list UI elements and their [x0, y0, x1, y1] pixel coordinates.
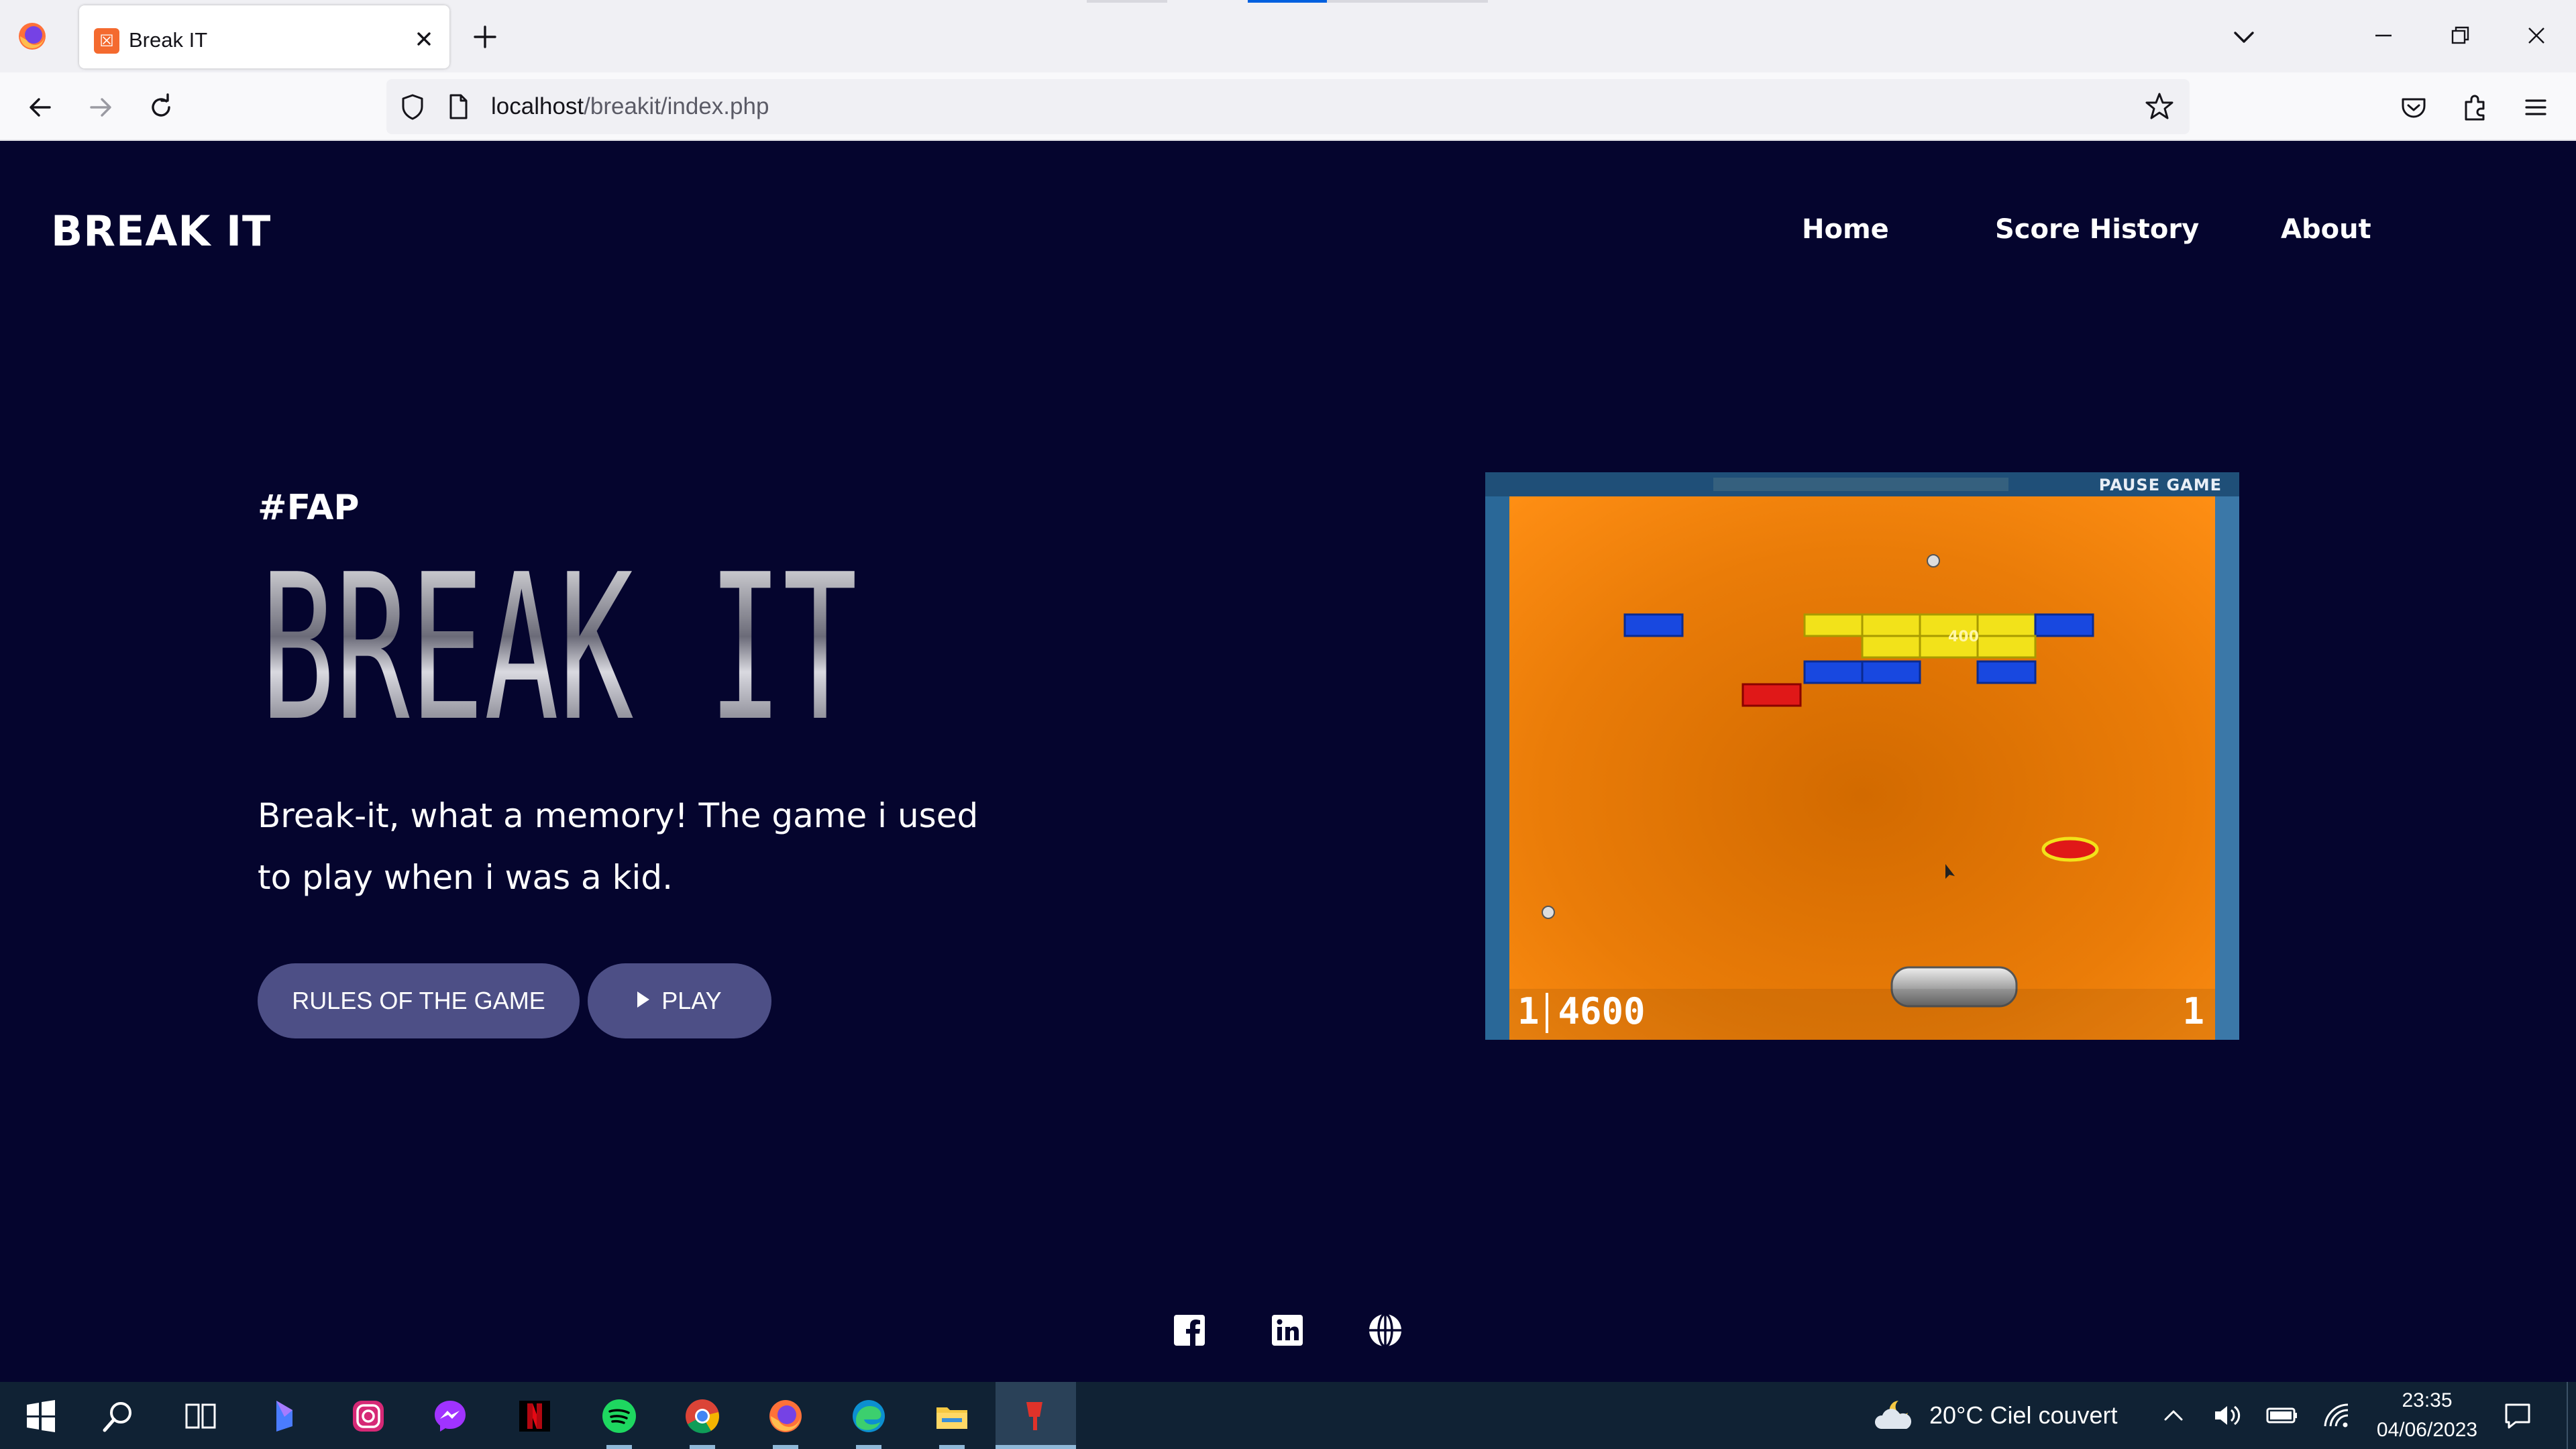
running-indicator [856, 1445, 881, 1449]
spotify-icon[interactable] [600, 1397, 639, 1436]
messenger-icon[interactable] [431, 1397, 470, 1436]
task-view-icon[interactable] [181, 1397, 220, 1436]
hero-hashtag: #FAP [258, 488, 360, 528]
pocket-icon[interactable] [2396, 90, 2431, 125]
url-path: /breakit/index.php [584, 93, 769, 119]
page-content: BREAK IT Home Score History About #FAP B… [0, 141, 2576, 1382]
search-icon[interactable] [99, 1397, 138, 1436]
back-arrow-icon[interactable] [23, 90, 58, 125]
bing-icon[interactable] [266, 1397, 305, 1436]
nav-link-about[interactable]: About [2281, 208, 2371, 251]
reload-icon[interactable] [144, 90, 178, 125]
firefox-logo-icon[interactable] [16, 20, 48, 52]
close-window-icon[interactable] [2520, 19, 2553, 52]
weather-text[interactable]: 20°C Ciel couvert [1929, 1399, 2118, 1432]
game-brick-score-label: 400 [1948, 629, 1979, 645]
play-icon [637, 991, 650, 1008]
game-pause-label: PAUSE GAME [2098, 476, 2222, 494]
game-lives: 1 [1517, 990, 1540, 1032]
hero-title: BREAK IT [260, 550, 857, 751]
browser-navigation-bar: localhost/breakit/index.php [0, 72, 2576, 141]
shield-icon[interactable] [396, 90, 429, 123]
volume-icon[interactable] [2211, 1401, 2243, 1430]
tab-scroll-indicator-active [1248, 0, 1327, 3]
running-indicator [939, 1445, 965, 1449]
browser-tab-strip: ☒ Break IT [0, 0, 2576, 72]
play-button-label: PLAY [661, 987, 722, 1014]
rules-of-the-game-button[interactable]: RULES OF THE GAME [258, 963, 580, 1038]
show-hidden-icons-chevron-icon[interactable] [2159, 1402, 2188, 1429]
forward-arrow-icon[interactable] [83, 90, 118, 125]
close-tab-icon[interactable] [409, 24, 439, 54]
game-screenshot: PAUSE GAME 400 1 4600 1 [1485, 472, 2239, 1040]
tab-title: Break IT [129, 28, 208, 52]
url-host: localhost [491, 93, 584, 119]
clock-date[interactable]: 04/06/2023 [2360, 1417, 2494, 1444]
hamburger-menu-icon[interactable] [2518, 90, 2553, 125]
instagram-icon[interactable] [349, 1397, 388, 1436]
new-tab-icon[interactable] [470, 21, 500, 52]
globe-icon[interactable] [1367, 1312, 1403, 1348]
windows-taskbar: 20°C Ciel couvert 23:35 04/06/2023 [0, 1382, 2576, 1449]
tab-scroll-indicator [1327, 0, 1488, 3]
battery-icon[interactable] [2265, 1403, 2300, 1428]
linkedin-icon[interactable] [1269, 1312, 1305, 1348]
hero-title-text: BREAK IT [260, 550, 857, 751]
page-info-icon[interactable] [443, 91, 474, 122]
hero-description: Break-it, what a memory! The game i used… [258, 796, 979, 897]
game-stage: 1 [2182, 990, 2204, 1032]
site-logo[interactable]: BREAK IT [51, 201, 271, 262]
active-indicator [996, 1445, 1076, 1449]
edge-icon[interactable] [849, 1397, 888, 1436]
chrome-icon[interactable] [683, 1397, 722, 1436]
windows-start-icon[interactable] [21, 1397, 60, 1436]
notification-center-icon[interactable] [2502, 1401, 2533, 1430]
active-app-icon[interactable] [1016, 1397, 1055, 1436]
url-text[interactable]: localhost/breakit/index.php [491, 91, 769, 122]
running-indicator [773, 1445, 798, 1449]
restore-window-icon[interactable] [2443, 19, 2477, 52]
tab-favicon-icon: ☒ [94, 28, 119, 54]
netflix-icon[interactable] [515, 1397, 554, 1436]
browser-tab-active[interactable]: ☒ Break IT [79, 5, 449, 68]
tab-scroll-indicator [1087, 0, 1167, 3]
wifi-icon[interactable] [2321, 1401, 2353, 1430]
minimize-window-icon[interactable] [2367, 19, 2400, 52]
game-scene [1485, 472, 2239, 1040]
play-button[interactable]: PLAY [588, 963, 771, 1038]
nav-link-score-history[interactable]: Score History [1995, 208, 2199, 251]
weather-cloudy-night-icon[interactable] [1872, 1395, 1919, 1436]
game-hud-lives-score: 1 4600 [1517, 991, 1646, 1032]
bookmark-star-icon[interactable] [2141, 89, 2178, 125]
file-explorer-icon[interactable] [932, 1397, 971, 1436]
game-score: 4600 [1558, 990, 1646, 1032]
clock-time[interactable]: 23:35 [2360, 1387, 2494, 1414]
show-desktop-button[interactable] [2567, 1382, 2576, 1449]
url-bar[interactable]: localhost/breakit/index.php [386, 79, 2190, 134]
running-indicator [690, 1445, 715, 1449]
firefox-icon[interactable] [766, 1397, 805, 1436]
facebook-icon[interactable] [1171, 1312, 1208, 1348]
list-all-tabs-icon[interactable] [2227, 20, 2261, 54]
extensions-icon[interactable] [2458, 90, 2493, 125]
running-indicator [606, 1445, 632, 1449]
nav-link-home[interactable]: Home [1802, 208, 1889, 251]
